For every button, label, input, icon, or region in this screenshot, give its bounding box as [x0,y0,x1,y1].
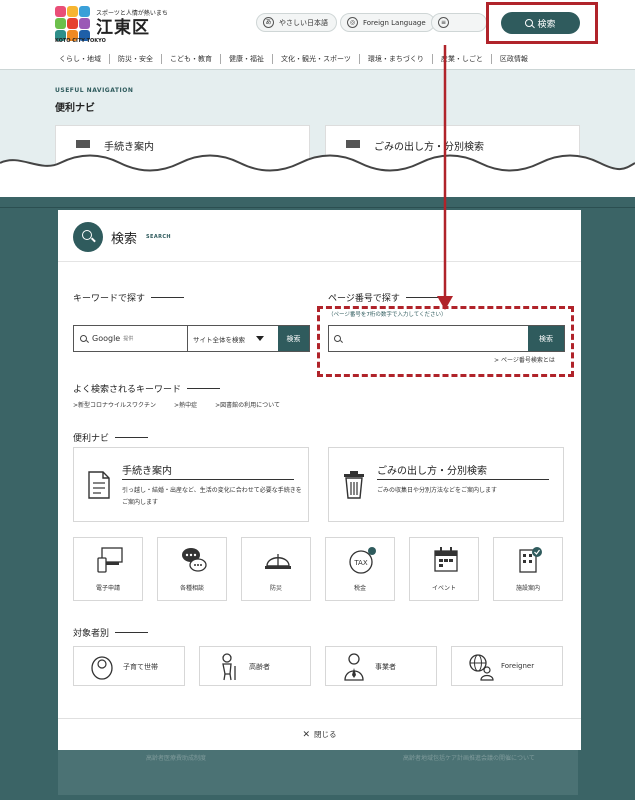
nav-card-title: ごみの出し方・分別検索 [377,466,487,477]
popular-keyword-link[interactable]: >図書館の利用について [215,400,289,409]
nav-card-title: 手続き案内 [122,466,172,477]
search-overlay-panel: 高齢者医療費助成制度 高齢者地域包括ケア計画推進会議の開催について 検索 SEA… [0,197,635,800]
icon-card-disaster[interactable]: 防災 [241,537,311,601]
icon-card-facility[interactable]: 施設案内 [493,537,563,601]
torn-edge-divider [0,154,635,175]
icon-card-label: イベント [431,585,456,592]
target-card-label: 高齢者 [249,663,270,671]
background-snippet: 高齢者地域包括ケア計画推進会議の開催について [403,755,535,762]
useful-nav-heading: 便利ナビ [55,103,95,114]
speech-bubble-icon [182,548,207,572]
building-icon [519,547,542,573]
keyword-search-input[interactable]: Google 提供 [74,326,188,351]
search-modal-title: 検索 [111,232,138,247]
global-nav-item[interactable]: 健康・福祉 [220,53,272,64]
nav-card-desc: ごみの収集日や分別方法などをご案内します [377,487,498,494]
easy-japanese-icon: あ [263,17,274,28]
global-nav-item[interactable]: 区政情報 [490,53,536,64]
icon-card-label: 施設案内 [515,585,540,592]
elderly-icon [222,653,236,681]
popular-keywords-heading: よく検索されるキーワード [73,382,220,395]
icon-card-label: 税金 [353,585,366,592]
popular-keyword-link[interactable]: >熱中症 [174,400,206,409]
baby-icon [91,656,113,680]
keyword-search-submit[interactable]: 検索 [278,326,309,351]
icon-card-event[interactable]: イベント [409,537,479,601]
icon-card-label: 防災 [269,585,282,592]
nav-card-desc: 引っ越し・結婚・出産など、生活の変化に合わせて必要な手続きをご案内します [122,487,302,506]
target-card-elderly[interactable]: 高齢者 [199,646,311,686]
document-icon [88,471,110,499]
background-content: 高齢者医療費助成制度 高齢者地域包括ケア計画推進会議の開催について [58,745,578,795]
target-card-label: 子育て世帯 [123,663,158,671]
globe-icon: ◎ [347,17,358,28]
google-label: Google [92,334,121,343]
page-number-heading: ページ番号で探す [328,291,439,304]
google-sub-label: 提供 [123,336,134,342]
icon-card-label: 電子申請 [95,585,120,592]
icon-card-tax[interactable]: TAX 税金 [325,537,395,601]
easy-japanese-button[interactable]: あ やさしい日本語 [256,13,337,32]
global-nav-item[interactable]: 環境・まちづくり [358,53,432,64]
search-icon [80,335,87,342]
search-scope-select[interactable]: サイト全体を検索 [188,326,278,351]
popular-keyword-link[interactable]: >新型コロナウイルスワクチン [73,400,165,409]
tax-icon: TAX [349,547,376,574]
helmet-icon [265,554,291,569]
icon-card-e-application[interactable]: 電子申請 [73,537,143,601]
pc-phone-icon [97,547,123,573]
search-modal-header: 検索 SEARCH [58,210,581,262]
global-nav: くらし・地域 防災・安全 こども・教育 健康・福祉 文化・観光・スポーツ 環境・… [0,48,635,70]
background-snippet: 高齢者医療費助成制度 [146,755,207,762]
search-circle-icon [73,222,103,252]
icon-card-label: 各種相談 [179,585,204,592]
keyword-search-form: Google 提供 サイト全体を検索 検索 [73,325,310,352]
search-scope-value: サイト全体を検索 [193,335,245,344]
site-header: スポーツと人情が熱いまち 江東区 KOTO CITY TOKYO あ やさしい日… [0,0,635,48]
foreign-language-label: Foreign Language [363,18,426,27]
global-nav-item[interactable]: こども・教育 [161,53,220,64]
target-users-heading: 対象者別 [73,626,148,639]
target-card-foreigner[interactable]: Foreigner [451,646,563,686]
close-icon: ✕ [302,729,311,740]
logo-mark-icon [55,6,91,42]
convenience-nav-heading: 便利ナビ [73,431,148,444]
icon-card-consultation[interactable]: 各種相談 [157,537,227,601]
menu-button[interactable]: ≡ [431,13,487,32]
highlight-box-page-number [317,306,574,377]
close-label: 閉じる [314,730,337,739]
business-person-icon [344,653,364,681]
popular-keywords-list: >新型コロナウイルスワクチン >熱中症 >図書館の利用について [73,400,298,409]
logo-subtitle: KOTO CITY TOKYO [55,38,106,44]
target-card-business[interactable]: 事業者 [325,646,437,686]
global-nav-item[interactable]: 防災・安全 [109,53,161,64]
keyword-search-heading: キーワードで探す [73,291,184,304]
close-button[interactable]: ✕ 閉じる [58,718,581,750]
menu-icon: ≡ [438,17,449,28]
global-nav-item[interactable]: くらし・地域 [55,54,109,64]
search-modal-title-en: SEARCH [146,234,171,240]
trash-icon [344,471,364,499]
background-divider [0,207,635,208]
global-nav-item[interactable]: 産業・しごと [431,53,491,64]
site-logo[interactable]: スポーツと人情が熱いまち 江東区 [55,6,168,42]
global-nav-item[interactable]: 文化・観光・スポーツ [272,53,359,64]
search-modal: 検索 SEARCH キーワードで探す Google 提供 サイト全体を検索 検索… [58,210,581,750]
target-card-label: Foreigner [501,662,535,670]
useful-nav-heading-en: USEFUL NAVIGATION [55,87,134,94]
nav-card-procedures[interactable]: 手続き案内 引っ越し・結婚・出産など、生活の変化に合わせて必要な手続きをご案内し… [73,447,309,522]
svg-text:TAX: TAX [353,559,368,567]
target-card-child-rearing[interactable]: 子育て世帯 [73,646,185,686]
foreigner-icon [469,654,494,681]
header-panel: スポーツと人情が熱いまち 江東区 KOTO CITY TOKYO あ やさしい日… [0,0,635,175]
city-name: 江東区 [96,18,150,38]
dropdown-arrow-icon [256,336,264,341]
easy-japanese-label: やさしい日本語 [279,18,328,27]
nav-card-garbage[interactable]: ごみの出し方・分別検索 ごみの収集日や分別方法などをご案内します [328,447,564,522]
logo-tagline: スポーツと人情が熱いまち [96,10,168,17]
foreign-language-button[interactable]: ◎ Foreign Language [340,13,435,32]
target-card-label: 事業者 [375,663,396,671]
highlight-box-search-button [486,2,598,44]
calendar-icon [434,547,458,572]
